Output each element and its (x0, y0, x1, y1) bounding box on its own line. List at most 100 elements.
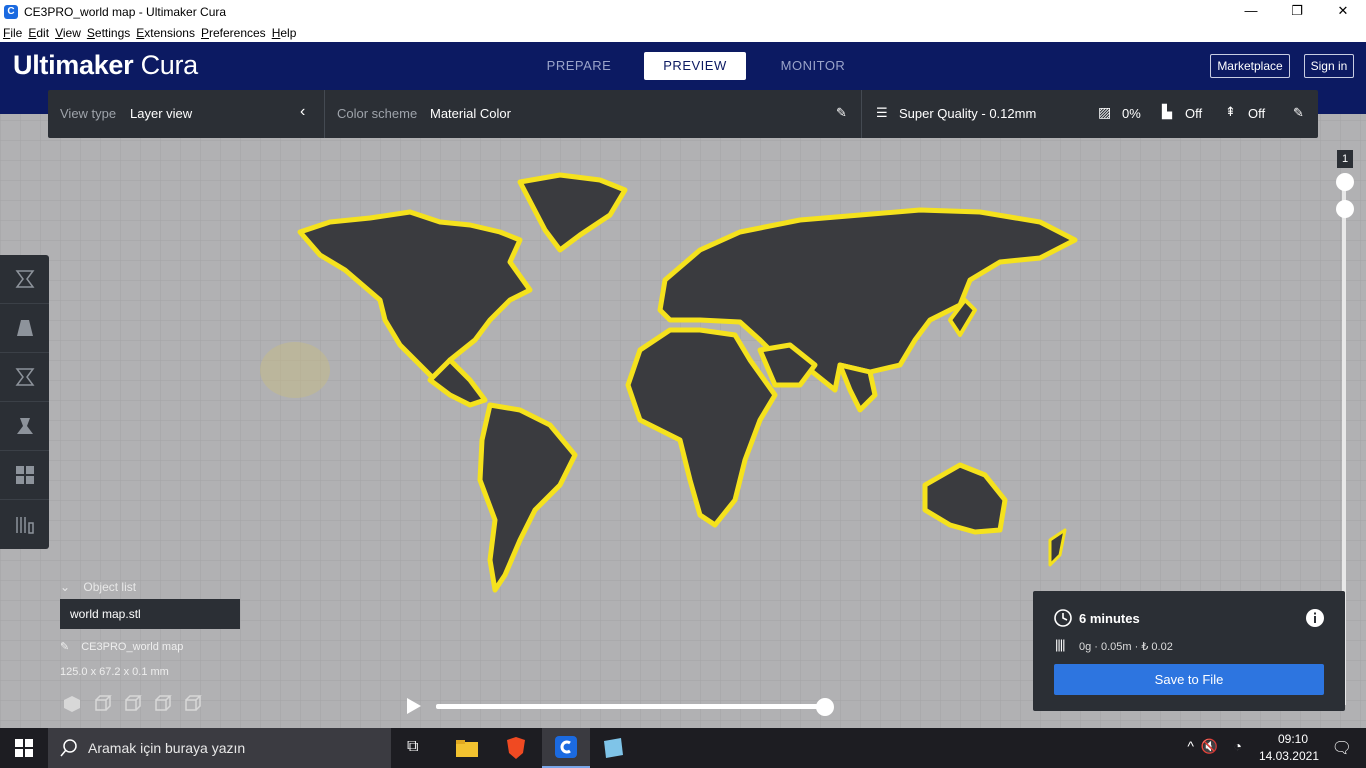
clock-icon (1054, 609, 1072, 627)
taskbar-search-box[interactable]: Aramak için buraya yazın (48, 728, 391, 768)
new-zealand-shape (1048, 528, 1067, 567)
layer-slider-lower-handle[interactable] (1336, 200, 1354, 218)
window-title: CE3PRO_world map - Ultimaker Cura (24, 4, 227, 19)
support-blocker-button[interactable] (0, 500, 49, 549)
chevron-down-icon: ⌄ (60, 580, 71, 594)
stage-tabs: PREPARE PREVIEW MONITOR (528, 52, 864, 80)
view-front-cube-icon[interactable] (92, 694, 112, 714)
view-3d-cube-icon[interactable] (62, 694, 82, 714)
file-explorer-icon[interactable] (455, 738, 479, 758)
marketplace-button[interactable]: Marketplace (1210, 54, 1290, 78)
support-blocker-icon (15, 516, 34, 534)
layer-slider-upper-handle[interactable] (1336, 173, 1354, 191)
camera-view-buttons (62, 694, 212, 714)
network-icon[interactable]: ◔ (1234, 738, 1242, 754)
adhesion-icon: ⇞ (1225, 104, 1236, 119)
greenland-shape (517, 172, 628, 253)
job-name-text: CE3PRO_world map (81, 641, 184, 653)
menu-settings[interactable]: Settings (87, 26, 130, 40)
cura-app-icon: C (4, 4, 18, 19)
save-to-file-button[interactable]: Save to File (1054, 664, 1324, 695)
australia-shape (922, 462, 1008, 535)
clock-time[interactable]: 09:10 (1278, 732, 1308, 746)
windows-taskbar: Aramak için buraya yazın ⧉ ^ 🔇 ◔ 09:10 1… (0, 728, 1366, 768)
material-spool-icon: |||| (1055, 637, 1065, 652)
mirror-tool-button[interactable] (0, 402, 49, 451)
print-profile[interactable]: Super Quality - 0.12mm (899, 106, 1036, 121)
maximize-button[interactable]: ❐ (1274, 0, 1320, 23)
object-dimensions: 125.0 x 67.2 x 0.1 mm (60, 666, 169, 678)
view-type-label: View type (60, 106, 117, 121)
object-list-toggle[interactable]: ⌄ Object list (60, 580, 136, 594)
south-america-shape (477, 402, 578, 593)
tool-strip (0, 255, 49, 549)
rotate-icon (15, 368, 34, 386)
menu-help[interactable]: Help (272, 26, 297, 40)
brave-browser-icon[interactable] (505, 736, 527, 760)
infill-value[interactable]: 0% (1122, 106, 1141, 121)
path-slider-handle[interactable] (816, 698, 834, 716)
view-left-cube-icon[interactable] (152, 694, 172, 714)
color-scheme-value[interactable]: Material Color (430, 106, 511, 121)
scale-icon (16, 320, 33, 336)
mirror-icon (16, 418, 33, 434)
search-icon (60, 739, 77, 757)
tab-prepare[interactable]: PREPARE (528, 52, 630, 80)
windows-start-icon[interactable] (15, 739, 33, 757)
edit-color-scheme-icon[interactable]: ✎ (836, 105, 847, 121)
color-scheme-label: Color scheme (337, 106, 418, 121)
object-list-item[interactable]: world map.stl (60, 599, 240, 629)
profile-icon: ☰ (876, 105, 888, 120)
menu-bar: File Edit View Settings Extensions Prefe… (0, 23, 1366, 42)
info-icon[interactable] (1305, 608, 1325, 628)
path-slider-track[interactable] (436, 704, 826, 709)
layer-number-badge: 1 (1337, 150, 1353, 168)
per-model-settings-button[interactable] (0, 451, 49, 500)
search-placeholder: Aramak için buraya yazın (88, 740, 246, 756)
chevron-left-icon[interactable]: ‹ (300, 103, 305, 121)
notification-icon[interactable]: 🗨 (1332, 738, 1352, 758)
move-tool-button[interactable] (0, 255, 49, 304)
material-usage: 0g · 0.05m · ₺ 0.02 (1079, 641, 1173, 653)
pencil-icon: ✎ (60, 641, 70, 653)
infill-icon: ▨ (1098, 104, 1112, 120)
view-type-value[interactable]: Layer view (130, 106, 192, 121)
minimize-button[interactable]: — (1228, 0, 1274, 23)
cura-taskbar-button[interactable] (542, 728, 590, 768)
app-icon[interactable] (601, 737, 625, 759)
cura-icon (555, 736, 577, 758)
print-info-panel: 6 minutes |||| 0g · 0.05m · ₺ 0.02 Save … (1033, 591, 1345, 711)
view-toolbar: View type Layer view ‹ Color scheme Mate… (48, 90, 1318, 138)
per-model-settings-icon (15, 466, 34, 484)
sign-in-button[interactable]: Sign in (1304, 54, 1354, 78)
edit-settings-icon[interactable]: ✎ (1293, 105, 1304, 121)
ultimaker-cura-logo: Ultimaker Cura (13, 50, 198, 81)
clock-date[interactable]: 14.03.2021 (1259, 749, 1319, 763)
scale-tool-button[interactable] (0, 304, 49, 353)
view-right-cube-icon[interactable] (182, 694, 202, 714)
adhesion-value[interactable]: Off (1248, 106, 1265, 121)
view-top-cube-icon[interactable] (122, 694, 142, 714)
logo-light: Cura (140, 50, 199, 80)
support-icon: ▙ (1162, 104, 1172, 119)
chevron-up-icon[interactable]: ^ (1187, 738, 1194, 754)
play-icon[interactable] (405, 696, 423, 721)
menu-extensions[interactable]: Extensions (136, 26, 195, 40)
menu-preferences[interactable]: Preferences (201, 26, 266, 40)
tab-monitor[interactable]: MONITOR (762, 52, 864, 80)
menu-view[interactable]: View (55, 26, 81, 40)
tab-preview[interactable]: PREVIEW (644, 52, 746, 80)
move-icon (15, 270, 34, 288)
window-titlebar: C CE3PRO_world map - Ultimaker Cura — ❐ … (0, 0, 1366, 23)
print-time: 6 minutes (1079, 611, 1140, 626)
menu-edit[interactable]: Edit (28, 26, 49, 40)
support-value[interactable]: Off (1185, 106, 1202, 121)
rotate-tool-button[interactable] (0, 353, 49, 402)
volume-muted-icon[interactable]: 🔇 (1201, 738, 1218, 755)
task-view-icon[interactable]: ⧉ (407, 738, 418, 756)
logo-bold: Ultimaker (13, 50, 134, 80)
close-button[interactable]: ✕ (1320, 0, 1366, 23)
menu-file[interactable]: File (3, 26, 22, 40)
job-name[interactable]: ✎ CE3PRO_world map (60, 640, 183, 653)
africa-shape (625, 327, 778, 528)
